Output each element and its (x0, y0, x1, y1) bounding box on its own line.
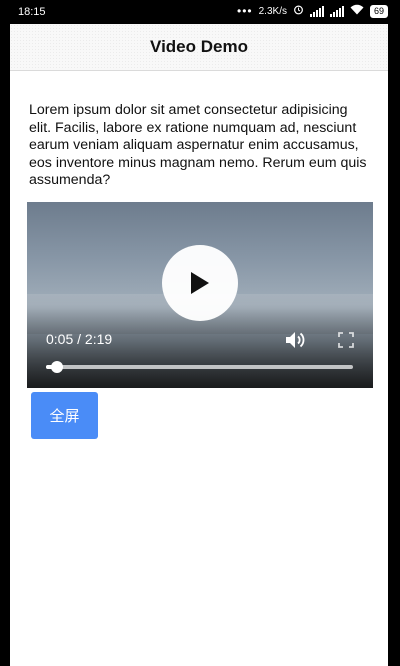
video-fullscreen-button[interactable] (338, 332, 354, 348)
app-screen: Video Demo Lorem ipsum dolor sit amet co… (10, 24, 388, 666)
wifi-icon (350, 4, 364, 18)
signal-icon (309, 5, 324, 17)
nav-header: Video Demo (10, 24, 388, 71)
play-icon (191, 272, 209, 294)
network-speed: 2.3K/s (258, 5, 287, 17)
notification-dots: ••• (237, 4, 253, 18)
video-player[interactable]: 0:05 / 2:19 (27, 202, 373, 388)
battery-icon: 69 (369, 4, 388, 18)
status-bar: 18:15 ••• 2.3K/s 69 (0, 0, 400, 24)
alarm-icon (293, 4, 304, 18)
volume-icon (286, 332, 305, 348)
seek-bar[interactable] (46, 361, 353, 373)
time-display: 0:05 / 2:19 (46, 331, 113, 347)
fullscreen-button[interactable]: 全屏 (31, 392, 98, 439)
fullscreen-icon (338, 332, 354, 348)
status-icons: ••• 2.3K/s 69 (237, 4, 388, 18)
seek-bar-thumb[interactable] (51, 361, 64, 373)
signal-icon-2 (329, 5, 344, 17)
lorem-paragraph: Lorem ipsum dolor sit amet consectetur a… (29, 102, 367, 189)
status-time: 18:15 (18, 6, 46, 18)
play-button[interactable] (162, 245, 238, 321)
page-title: Video Demo (150, 37, 248, 56)
volume-button[interactable] (285, 330, 307, 350)
